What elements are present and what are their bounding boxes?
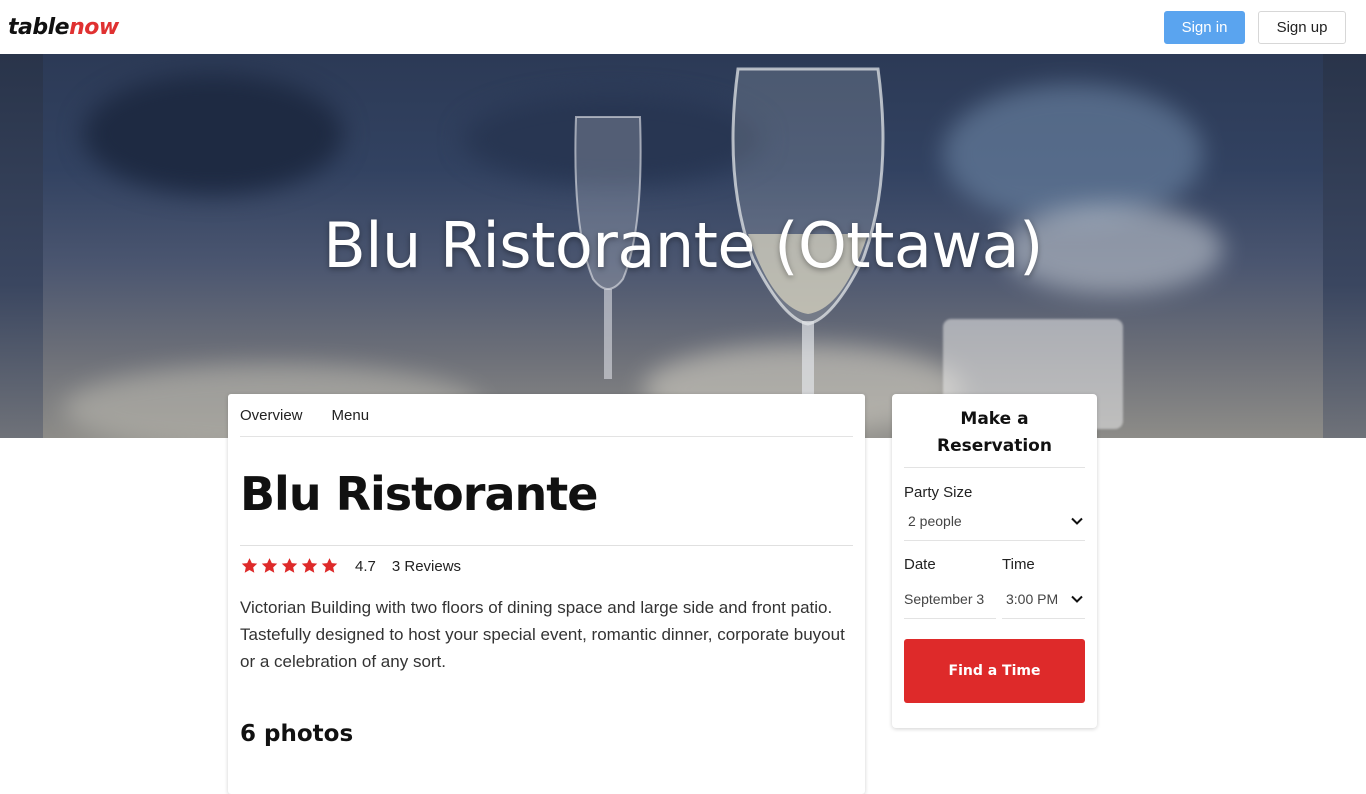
hero-title: Blu Ristorante (Ottawa) (323, 209, 1043, 282)
time-column: Time 3:00 PM (1002, 556, 1085, 619)
star-icon (241, 558, 258, 573)
top-navbar: tablenow Sign in Sign up (0, 0, 1366, 54)
time-select[interactable]: 3:00 PM (1002, 579, 1085, 619)
photos-heading: 6 photos (240, 721, 354, 747)
reviews-count: 3 Reviews (391, 557, 462, 575)
logo-text-table: table (8, 14, 70, 40)
logo-text-now: now (69, 14, 119, 40)
star-icon (301, 558, 318, 573)
star-icon (261, 558, 278, 573)
divider (240, 545, 853, 546)
hero-banner: Blu Ristorante (Ottawa) (0, 54, 1366, 438)
star-icon (321, 558, 338, 573)
rating-row: 4.7 3 Reviews (240, 555, 853, 577)
party-size-label: Party Size (904, 484, 973, 501)
nav-actions: Sign in Sign up (1164, 10, 1346, 44)
star-icon (281, 558, 298, 573)
reservation-title: Make a Reservation (904, 394, 1085, 468)
date-value: September 3 (904, 590, 985, 607)
chevron-down-icon (1071, 517, 1083, 525)
restaurant-tabs: Overview Menu (240, 394, 853, 437)
date-time-row: Date September 3 Time 3:00 PM (904, 556, 1085, 619)
time-label: Time (1002, 556, 1035, 573)
tab-menu[interactable]: Menu (332, 407, 370, 424)
date-picker[interactable]: September 3 (904, 579, 996, 619)
find-a-time-button[interactable]: Find a Time (904, 639, 1085, 703)
sign-in-button[interactable]: Sign in (1164, 10, 1245, 44)
time-value: 3:00 PM (1006, 590, 1059, 607)
restaurant-name: Blu Ristorante (240, 467, 598, 521)
party-size-value: 2 people (908, 512, 962, 529)
tab-overview[interactable]: Overview (240, 407, 303, 424)
date-label: Date (904, 556, 936, 573)
date-column: Date September 3 (904, 556, 996, 619)
sign-up-button[interactable]: Sign up (1258, 10, 1346, 44)
reservation-card: Make a Reservation Party Size 2 people D… (892, 394, 1097, 728)
restaurant-details-card: Overview Menu Blu Ristorante 4.7 3 Revie… (228, 394, 865, 794)
logo[interactable]: tablenow (8, 15, 119, 40)
party-size-select[interactable]: 2 people (904, 501, 1085, 541)
rating-value: 4.7 (355, 557, 376, 575)
star-rating (240, 557, 339, 575)
restaurant-description: Victorian Building with two floors of di… (240, 598, 845, 671)
chevron-down-icon (1071, 595, 1083, 603)
